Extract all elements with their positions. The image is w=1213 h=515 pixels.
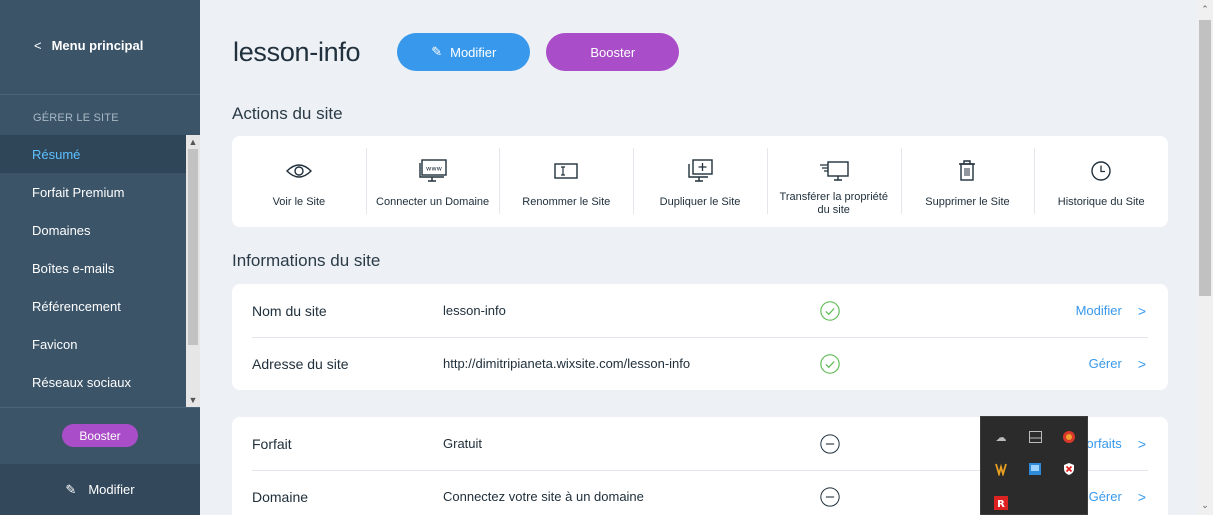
minus-circle-icon [820,486,840,507]
sidebar-item-domains[interactable]: Domaines [0,211,200,249]
action-view-site[interactable]: Voir le Site [232,136,366,227]
action-rename-site[interactable]: Renommer le Site [499,136,633,227]
sidebar-item-label: Réseaux sociaux [32,374,131,390]
sidebar-item-seo[interactable]: Référencement [0,287,200,325]
info-row-site-address: Adresse du site http://dimitripianeta.wi… [232,337,1168,390]
sidebar-item-resume[interactable]: Résumé [0,135,200,173]
sidebar-item-premium[interactable]: Forfait Premium [0,173,200,211]
row-value: Gratuit [443,436,483,451]
pencil-icon: ✎ [65,481,77,497]
row-value: http://dimitripianeta.wixsite.com/lesson… [443,356,691,371]
row-key: Domaine [252,488,309,505]
info-section-title: Informations du site [232,251,381,270]
boost-button[interactable]: Booster [546,33,680,71]
shield-icon[interactable] [1061,461,1077,477]
modify-button[interactable]: ✎ Modifier [397,33,531,71]
modify-label: Modifier [450,44,497,60]
action-site-history[interactable]: Historique du Site [1034,136,1168,227]
clock-icon [1090,158,1112,184]
svg-text:R: R [997,499,1005,510]
action-label: Dupliquer le Site [659,196,741,208]
sidebar-item-mailboxes[interactable]: Boîtes e-mails [0,249,200,287]
row-key: Nom du site [252,302,327,319]
sidebar: < Menu principal GÉRER LE SITE Résumé Fo… [0,0,200,515]
plans-link[interactable]: Forfaits > [1078,436,1146,452]
sidebar-item-label: Domaines [32,222,91,238]
action-label: Supprimer le Site [925,196,1010,208]
row-key: Forfait [252,435,292,452]
sidebar-item-label: Favicon [32,336,78,352]
www-monitor-icon: www [418,158,448,184]
ccleaner-icon[interactable] [1061,429,1077,445]
site-info-card: Nom du site lesson-info Modifier > Adres… [232,284,1168,390]
transfer-monitor-icon [817,158,851,184]
sidebar-item-label: Référencement [32,298,121,314]
action-label: Voir le Site [272,196,326,208]
chevron-left-icon: < [34,38,42,53]
page-title: lesson-info [233,36,361,67]
row-value: lesson-info [443,303,506,318]
page-scrollbar[interactable]: ⌃ ⌄ [1197,0,1213,515]
action-duplicate-site[interactable]: Dupliquer le Site [633,136,767,227]
page-scrollbar-thumb[interactable] [1199,20,1211,296]
info-row-site-name: Nom du site lesson-info Modifier > [232,284,1168,337]
row-key: Adresse du site [252,355,349,372]
sidebar-item-label: Résumé [32,146,81,162]
sidebar-boost-area: Booster [0,407,200,463]
title-row: lesson-info ✎ Modifier Booster [233,33,680,71]
action-label: Renommer le Site [522,196,611,208]
minus-circle-icon [820,433,840,454]
actions-section-title: Actions du site [232,104,343,123]
site-actions: Voir le Site www Connecter un Domaine Re… [232,136,1168,227]
chevron-right-icon: > [1137,435,1146,452]
row-action-label: Gérer [1088,356,1122,371]
eye-icon [285,158,313,184]
row-value: Connectez votre site à un domaine [443,489,644,504]
text-cursor-icon [552,158,580,184]
cloud-icon[interactable]: ☁ [993,429,1009,445]
main-menu-label: Menu principal [51,38,144,53]
scroll-down-icon[interactable]: ⌄ [1197,500,1213,511]
chevron-right-icon: > [1137,488,1146,505]
app-icon[interactable]: R [993,495,1009,511]
action-transfer-site[interactable]: Transférer la propriété du site [766,136,901,227]
modify-site-name-link[interactable]: Modifier > [1076,303,1146,319]
scroll-up-icon[interactable]: ⌃ [1197,4,1213,15]
sidebar-item-favicon[interactable]: Favicon [0,325,200,363]
row-action-label: Gérer [1088,489,1122,504]
svg-text:www: www [426,165,443,173]
action-delete-site[interactable]: Supprimer le Site [900,136,1035,227]
trash-icon [956,158,978,184]
sidebar-item-label: Forfait Premium [32,184,125,200]
pencil-icon: ✎ [431,44,443,59]
main-menu-link[interactable]: < Menu principal [0,0,200,95]
sidebar-modify-label: Modifier [88,482,135,497]
action-label: Transférer la propriété du site [779,191,888,216]
sidebar-scrollbar[interactable]: ▲ ▼ [186,135,200,407]
row-action-label: Modifier [1075,303,1122,318]
check-circle-icon [820,300,840,321]
sidebar-item-label: Boîtes e-mails [32,260,115,276]
check-circle-icon [820,353,840,374]
sidebar-modify-button[interactable]: ✎ Modifier [0,464,200,515]
manage-domain-link[interactable]: Gérer > [1089,489,1146,505]
chevron-right-icon: > [1137,302,1146,319]
sidebar-section-title: GÉRER LE SITE [33,112,119,124]
system-tray-popup: ☁ R [980,416,1088,515]
scrollbar-thumb[interactable] [188,149,198,345]
scroll-up-icon[interactable]: ▲ [186,135,200,149]
sidebar-boost-button[interactable]: Booster [62,424,138,447]
sidebar-list: Résumé Forfait Premium Domaines Boîtes e… [0,135,200,405]
network-icon[interactable] [1027,461,1043,477]
window-icon[interactable] [1027,429,1043,445]
action-label: Connecter un Domaine [376,196,490,208]
manage-address-link[interactable]: Gérer > [1089,356,1146,372]
action-connect-domain[interactable]: www Connecter un Domaine [365,136,500,227]
action-label: Historique du Site [1057,196,1145,208]
sidebar-item-social[interactable]: Réseaux sociaux [0,363,200,401]
scroll-down-icon[interactable]: ▼ [186,393,200,407]
chevron-right-icon: > [1137,355,1146,372]
duplicate-monitor-icon [685,158,715,184]
winamp-icon[interactable] [993,461,1009,477]
